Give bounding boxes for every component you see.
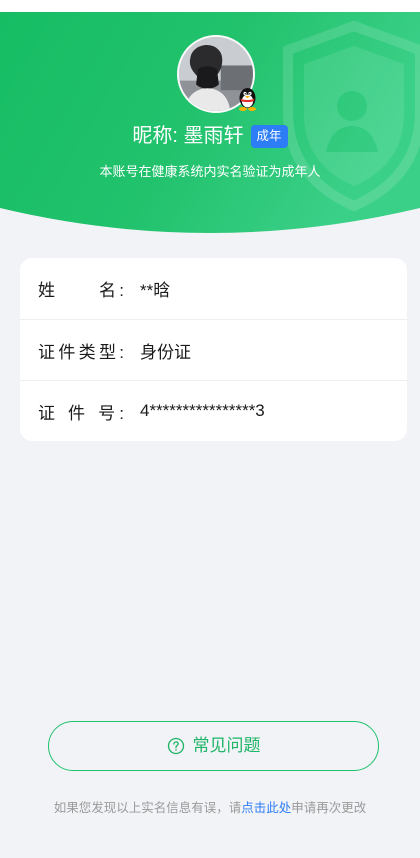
- id-type-label: 证件类型:: [38, 342, 124, 362]
- name-label: 姓 名:: [38, 281, 124, 300]
- correction-notice-suffix: 申请再次更改: [291, 801, 367, 815]
- question-circle-icon: [167, 737, 185, 755]
- info-row-id-number: 证 件 号: 4****************3: [20, 380, 407, 441]
- id-number-value: 4****************3: [140, 401, 265, 420]
- correction-link[interactable]: 点击此处: [241, 801, 291, 815]
- correction-notice: 如果您发现以上实名信息有误，请点击此处申请再次更改: [0, 799, 420, 817]
- nickname-text: 昵称: 墨雨轩: [132, 125, 244, 147]
- top-status-strip: [0, 0, 420, 12]
- faq-button-label: 常见问题: [192, 736, 261, 755]
- correction-notice-prefix: 如果您发现以上实名信息有误，请: [53, 801, 242, 815]
- qq-penguin-icon: [235, 86, 260, 112]
- identity-info-card: 姓 名: **晗 证件类型: 身份证 证 件 号: 4*************…: [20, 258, 407, 441]
- id-number-label: 证 件 号:: [38, 403, 124, 423]
- info-row-id-type: 证件类型: 身份证: [20, 319, 407, 380]
- nickname-row: 昵称: 墨雨轩 成年: [0, 122, 420, 150]
- adult-status-badge: 成年: [250, 124, 288, 148]
- faq-button[interactable]: 常见问题: [48, 721, 379, 771]
- info-row-name: 姓 名: **晗: [20, 258, 407, 319]
- id-type-value: 身份证: [140, 342, 191, 362]
- name-value: **晗: [140, 281, 171, 300]
- verification-subtitle: 本账号在健康系统内实名验证为成年人: [99, 164, 321, 179]
